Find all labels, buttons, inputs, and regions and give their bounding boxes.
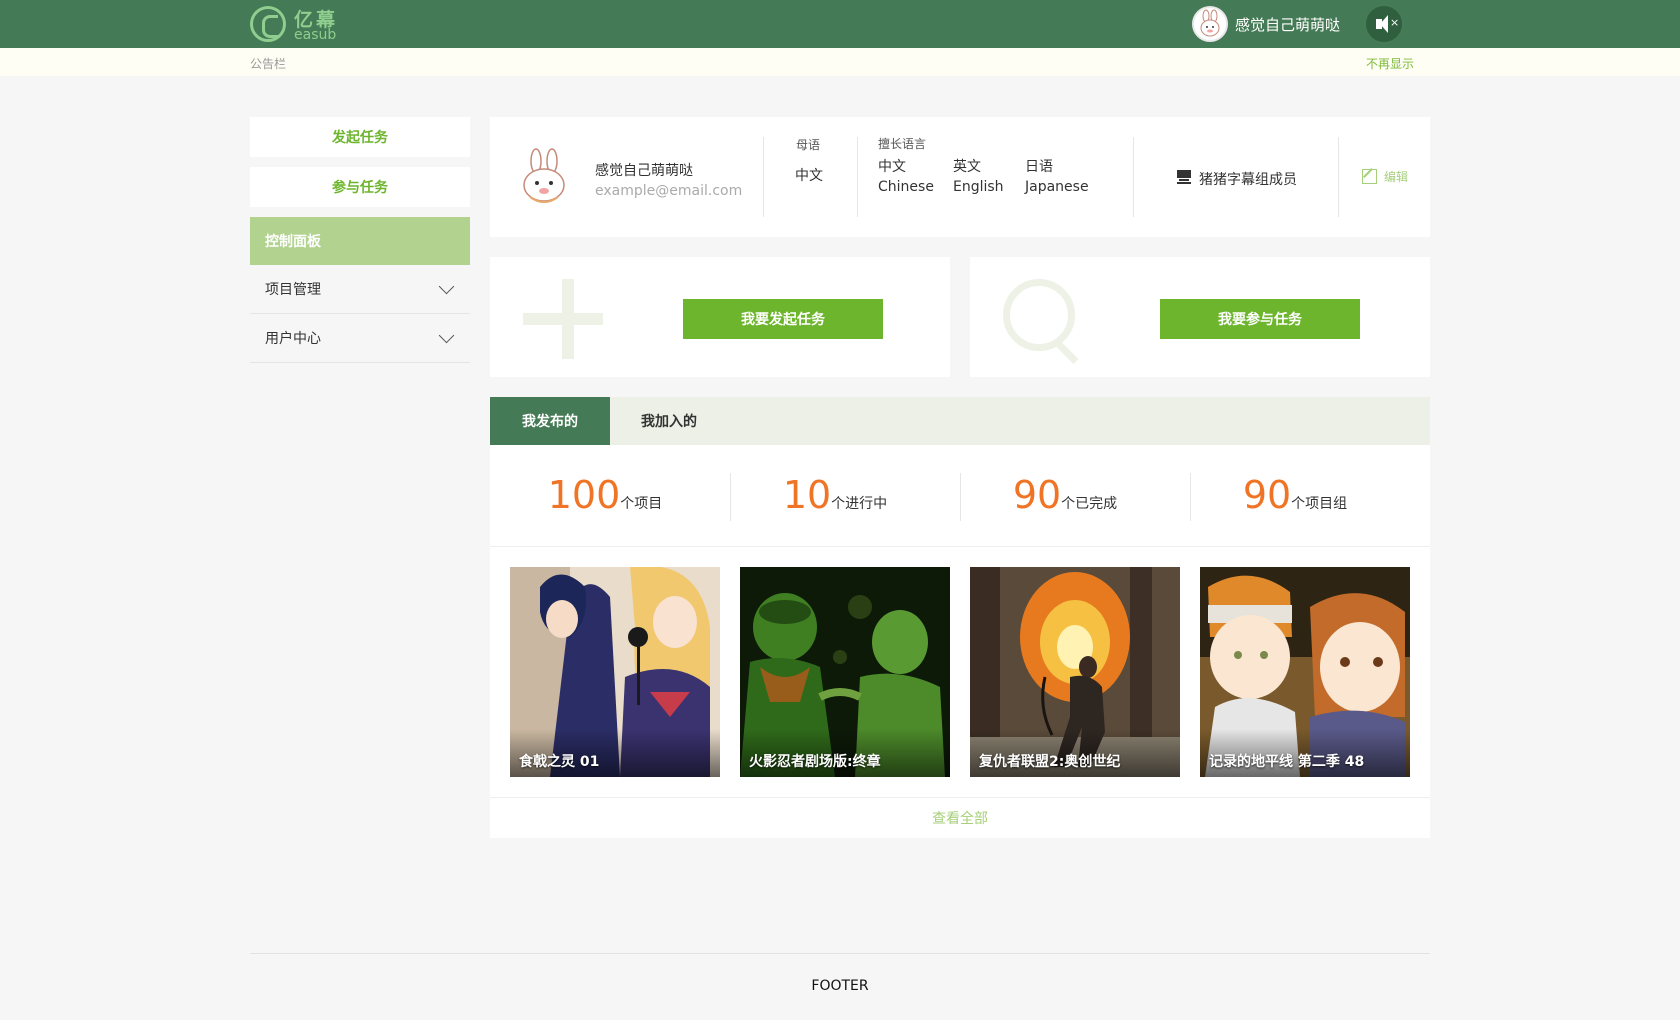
start-task-cta-button[interactable]: 我要发起任务 <box>683 299 883 339</box>
dismiss-notice-link[interactable]: 不再显示 <box>1366 55 1414 72</box>
join-task-card: 我要参与任务 <box>970 257 1430 377</box>
chevron-down-icon <box>438 327 455 343</box>
project-title: 火影忍者剧场版:终章 <box>749 754 881 770</box>
edit-profile-button[interactable]: 编辑 <box>1362 168 1408 185</box>
project-title: 食戟之灵 01 <box>519 754 600 770</box>
tab-joined[interactable]: 我加入的 <box>610 397 728 445</box>
search-icon <box>1003 279 1075 351</box>
language-en: Chinese <box>878 179 934 195</box>
language-en: Japanese <box>1025 179 1089 195</box>
stat-item: 90个项目组 <box>1180 473 1410 517</box>
speaker-cone <box>1380 15 1388 33</box>
profile-name: 感觉自己萌萌哒 <box>595 163 693 179</box>
user-menu[interactable]: 感觉自己萌萌哒 <box>1192 6 1340 42</box>
notice-bar: 公告栏 不再显示 <box>0 48 1680 76</box>
chevron-down-icon <box>438 278 455 294</box>
mute-button[interactable]: × <box>1366 6 1402 42</box>
native-language: 中文 <box>795 168 823 184</box>
stat-label: 个项目组 <box>1291 496 1348 512</box>
tab-published[interactable]: 我发布的 <box>490 397 610 445</box>
mute-x-mark: × <box>1390 16 1400 29</box>
join-task-cta-button[interactable]: 我要参与任务 <box>1160 299 1360 339</box>
language-cn: 英文 <box>953 159 981 175</box>
native-language-label: 母语 <box>796 138 821 152</box>
stat-label: 个进行中 <box>831 496 888 512</box>
project-title: 复仇者联盟2:奥创世纪 <box>979 754 1121 770</box>
divider <box>857 137 858 217</box>
stat-number: 100 <box>547 473 621 517</box>
start-task-button[interactable]: 发起任务 <box>250 117 470 157</box>
view-all-link[interactable]: 查看全部 <box>490 798 1430 838</box>
start-task-card: 我要发起任务 <box>490 257 950 377</box>
join-task-button[interactable]: 参与任务 <box>250 167 470 207</box>
edit-label: 编辑 <box>1384 170 1409 184</box>
team-icon <box>1177 170 1191 184</box>
language-cn: 中文 <box>878 159 906 175</box>
skilled-languages-label: 擅长语言 <box>878 137 927 151</box>
sidebar-item-user-center[interactable]: 用户中心 <box>250 314 470 363</box>
logo[interactable]: 亿幕 easub <box>250 6 350 44</box>
stat-number: 90 <box>1242 473 1292 517</box>
project-card[interactable]: 记录的地平线 第二季 48 <box>1200 567 1410 777</box>
sidebar-item-projects[interactable]: 项目管理 <box>250 265 470 314</box>
team-membership: 猪猪字幕组成员 <box>1199 172 1297 188</box>
skilled-language-item: 中文 Chinese <box>878 157 934 197</box>
profile-email: example@email.com <box>595 183 743 199</box>
project-card[interactable]: 火影忍者剧场版:终章 <box>740 567 950 777</box>
profile-card: 感觉自己萌萌哒 example@email.com 母语 中文 擅长语言 中文 … <box>490 117 1430 237</box>
stat-number: 90 <box>1012 473 1062 517</box>
top-bar: 亿幕 easub 感觉自己萌萌哒 × <box>0 0 1680 48</box>
skilled-language-item: 日语 Japanese <box>1025 157 1089 197</box>
sidebar-item-label: 项目管理 <box>265 282 321 298</box>
stat-label: 个项目 <box>620 496 663 512</box>
skilled-language-item: 英文 English <box>953 157 1004 197</box>
notice-label: 公告栏 <box>250 57 287 71</box>
rabbit-avatar-icon <box>523 148 565 203</box>
stat-item: 100个项目 <box>490 473 720 517</box>
stats-panel: 100个项目 10个进行中 90个已完成 90个项目组 <box>490 445 1430 547</box>
stat-item: 90个已完成 <box>950 473 1180 517</box>
footer-divider <box>250 953 1430 954</box>
avatar <box>1192 6 1228 42</box>
project-title: 记录的地平线 第二季 48 <box>1209 754 1365 770</box>
sidebar-item-label: 用户中心 <box>265 331 321 347</box>
username: 感觉自己萌萌哒 <box>1235 15 1341 34</box>
stat-item: 10个进行中 <box>720 473 950 517</box>
footer: FOOTER <box>811 978 869 994</box>
logo-mark-icon <box>250 6 286 42</box>
project-grid: 食戟之灵 01 火影忍者剧场版:终章 复仇者联盟2:奥创世纪 记录的地平线 第二… <box>490 547 1430 798</box>
sidebar-item-dashboard[interactable]: 控制面板 <box>250 217 470 265</box>
project-card[interactable]: 食戟之灵 01 <box>510 567 720 777</box>
language-cn: 日语 <box>1025 159 1053 175</box>
logo-text-en: easub <box>294 27 337 43</box>
stat-label: 个已完成 <box>1061 496 1118 512</box>
sidebar: 发起任务 参与任务 控制面板 项目管理 用户中心 <box>250 117 470 363</box>
divider <box>763 137 764 217</box>
divider <box>1133 137 1134 217</box>
divider <box>1338 137 1339 217</box>
search-icon-handle <box>1056 342 1079 364</box>
stat-number: 10 <box>782 473 832 517</box>
edit-icon <box>1362 169 1377 184</box>
task-tabs: 我发布的 我加入的 <box>490 397 1430 445</box>
rabbit-avatar-icon <box>1200 9 1220 37</box>
project-card[interactable]: 复仇者联盟2:奥创世纪 <box>970 567 1180 777</box>
language-en: English <box>953 179 1004 195</box>
plus-icon-bar <box>523 313 603 325</box>
